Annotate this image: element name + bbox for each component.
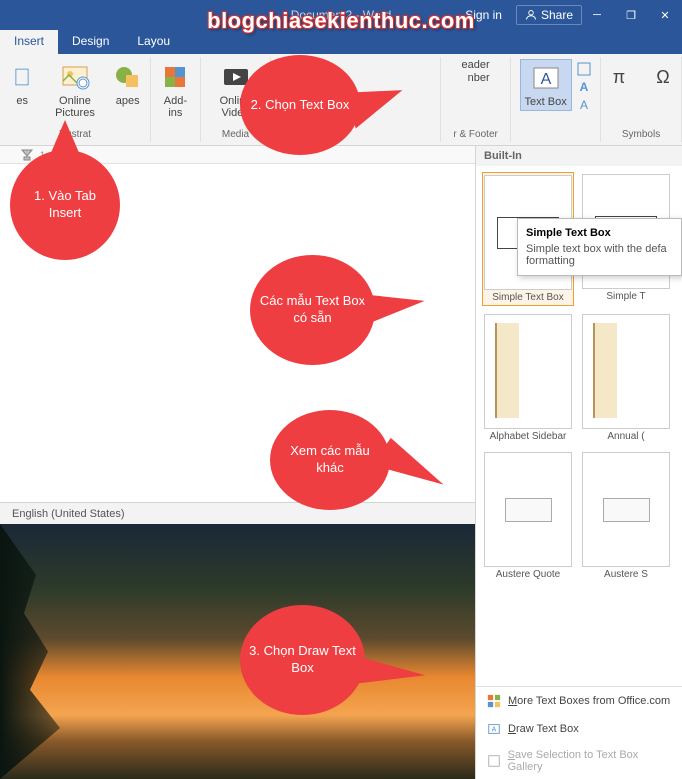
online-pictures-button[interactable]: Online Pictures	[42, 59, 107, 121]
office-icon	[486, 693, 502, 709]
save-gallery-icon	[486, 753, 502, 769]
svg-text:π: π	[613, 67, 625, 87]
gallery-caption: Austere Quote	[496, 569, 560, 580]
tab-design[interactable]: Design	[58, 30, 123, 54]
restore-button[interactable]: ❐	[614, 0, 648, 30]
addins-button[interactable]: Add-ins	[155, 59, 195, 121]
ribbon-group-symbols: π Ω Symbols	[601, 57, 682, 142]
tooltip-title: Simple Text Box	[526, 227, 673, 239]
symbol-icon: Ω	[647, 61, 679, 93]
ribbon-group-text: A Text Box A A	[511, 57, 601, 142]
textbox-button[interactable]: A Text Box	[520, 59, 572, 111]
watermark-text: blogchiasekienthuc.com	[207, 8, 475, 34]
draw-label: Draw Text Box	[508, 723, 579, 735]
tooltip: Simple Text Box Simple text box with the…	[517, 218, 682, 276]
pictures-icon	[6, 61, 38, 93]
gallery-caption: Simple Text Box	[492, 292, 564, 303]
language-status[interactable]: English (United States)	[12, 508, 125, 520]
pictures-label: es	[16, 95, 28, 107]
ribbon-group-header-footer: eader nber r & Footer	[441, 57, 511, 142]
svg-text:Ω: Ω	[656, 67, 669, 87]
gallery-thumb	[582, 452, 670, 567]
tooltip-body: Simple text box with the defa formatting	[526, 243, 673, 267]
svg-text:A: A	[540, 71, 551, 88]
draw-textbox-menu[interactable]: A Draw Text Box	[476, 715, 682, 743]
gallery-caption: Annual (	[607, 431, 644, 442]
gallery-footer: More Text Boxes from Office.com A Draw T…	[476, 686, 682, 779]
save-label: Save Selection to Text Box Gallery	[508, 749, 672, 773]
svg-text:A: A	[492, 727, 497, 734]
callout-4: Xem các mẫu khác	[270, 410, 390, 510]
addins-icon	[159, 61, 191, 93]
gallery-caption: Austere S	[604, 569, 648, 580]
dropcap-icon[interactable]: A	[576, 97, 592, 113]
ribbon-group-addins: Add-ins	[151, 57, 201, 142]
gallery-item-austere-quote[interactable]: Austere Quote	[482, 450, 574, 582]
shapes-label: apes	[116, 95, 140, 107]
addins-label: Add-ins	[159, 95, 191, 119]
gallery-thumb	[484, 314, 572, 429]
svg-text:A: A	[580, 98, 588, 112]
minimize-button[interactable]: ─	[580, 0, 614, 30]
account-area: Sign in Share	[465, 5, 582, 25]
more-label: More Text Boxes from Office.com	[508, 695, 670, 707]
textbox-label: Text Box	[525, 96, 567, 108]
share-button[interactable]: Share	[516, 5, 582, 25]
symbol-button[interactable]: Ω	[643, 59, 682, 95]
tab-layout[interactable]: Layou	[123, 30, 184, 54]
gallery-item[interactable]: Austere S	[580, 450, 672, 582]
share-label: Share	[541, 8, 573, 22]
nber-label[interactable]: nber	[468, 72, 490, 84]
gallery-thumb	[484, 452, 572, 567]
draw-textbox-icon: A	[486, 721, 502, 737]
callout-5: 3. Chọn Draw Text Box	[240, 605, 365, 715]
share-icon	[525, 9, 537, 21]
gallery-header: Built-In	[476, 146, 682, 166]
gallery-item[interactable]: Annual (	[580, 312, 672, 444]
equation-button[interactable]: π	[599, 59, 639, 95]
wordart-icon[interactable]: A	[576, 79, 592, 95]
gallery-caption: Alphabet Sidebar	[490, 431, 567, 442]
equation-icon: π	[603, 61, 635, 93]
gallery-caption: Simple T	[606, 291, 645, 302]
close-button[interactable]: ✕	[648, 0, 682, 30]
shapes-icon	[112, 61, 144, 93]
online-pictures-label: Online Pictures	[46, 95, 103, 119]
gallery-thumb	[582, 314, 670, 429]
header-label[interactable]: eader	[462, 59, 490, 71]
tab-insert[interactable]: Insert	[0, 30, 58, 54]
header-footer-group-label: r & Footer	[453, 129, 497, 140]
save-selection-menu: Save Selection to Text Box Gallery	[476, 743, 682, 779]
callout-2: 2. Chọn Text Box	[240, 55, 360, 155]
callout-1: 1. Vào Tab Insert	[10, 150, 120, 260]
media-group-label: Media	[222, 129, 249, 140]
shapes-button[interactable]: apes	[111, 59, 143, 109]
window-controls: ─ ❐ ✕	[580, 0, 682, 30]
svg-text:A: A	[579, 80, 588, 94]
more-textboxes-menu[interactable]: More Text Boxes from Office.com	[476, 687, 682, 715]
online-pictures-icon	[59, 61, 91, 93]
quick-parts-icon[interactable]	[576, 61, 592, 77]
pictures-button[interactable]: es	[6, 59, 38, 109]
symbols-group-label: Symbols	[622, 129, 660, 140]
callout-3: Các mẫu Text Box có sẵn	[250, 255, 375, 365]
textbox-icon: A	[530, 62, 562, 94]
desktop-background	[0, 524, 475, 779]
gallery-item-alphabet-sidebar[interactable]: Alphabet Sidebar	[482, 312, 574, 444]
